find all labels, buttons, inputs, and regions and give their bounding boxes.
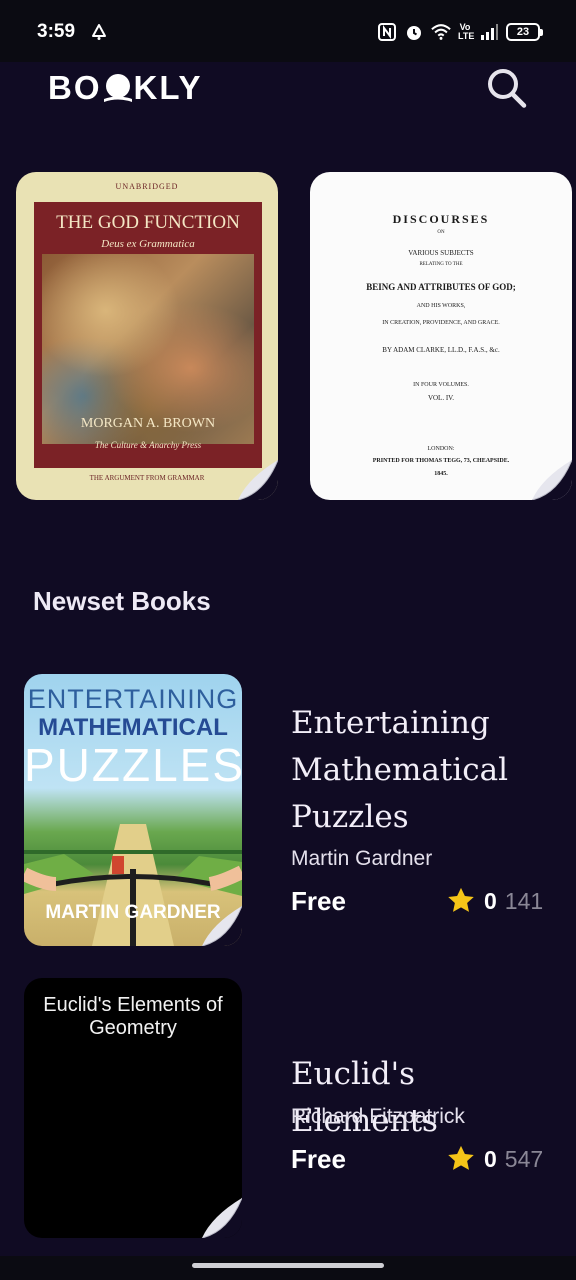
cover-label: UNABRIDGED [115, 182, 179, 191]
cover-text: IN FOUR VOLUMES. [413, 382, 469, 388]
cover-text: LONDON: [427, 446, 455, 452]
page-curl-icon [237, 459, 278, 500]
cover-subtitle: BEING AND ATTRIBUTES OF GOD; [366, 282, 516, 292]
book-rating: 0 141 [446, 886, 543, 916]
featured-carousel[interactable]: UNABRIDGED THE GOD FUNCTION Deus ex Gram… [0, 172, 576, 502]
signal-icon [481, 24, 498, 40]
section-title: Newset Books [33, 586, 211, 616]
rating-value: 0 [484, 887, 497, 914]
star-icon [448, 887, 474, 912]
cover-text: RELATING TO THE [419, 262, 463, 267]
status-bar: 3:59 Vo LTE 23 [0, 0, 576, 62]
cover-text: ON [437, 230, 445, 235]
book-cover[interactable]: Euclid's Elements of Geometry [24, 978, 242, 1238]
book-author: Richard Fitzpatrick [291, 1105, 465, 1128]
book-author: Martin Gardner [291, 847, 433, 870]
notification-icon [92, 24, 106, 40]
book-list-item[interactable]: Euclid's Elements of Geometry Euclid's E… [0, 978, 576, 1238]
battery-icon: 23 [506, 23, 543, 41]
logo-prefix: BO [48, 69, 102, 106]
rating-value: 0 [484, 1145, 497, 1172]
book-price: Free [291, 886, 346, 916]
cover-title: Euclid's Elements of Geometry [43, 994, 223, 1039]
cover-title: PUZZLES [24, 739, 242, 791]
book-title: Entertaining Mathematical Puzzles [291, 705, 508, 835]
cover-author: BY ADAM CLARKE, LL.D., F.A.S., &c. [382, 346, 500, 354]
home-gesture-bar[interactable] [192, 1263, 384, 1268]
logo-suffix: KLY [133, 69, 203, 106]
page-curl-icon [201, 905, 242, 946]
status-icons: Vo LTE 23 [377, 21, 543, 43]
book-title: Euclid's Elements [291, 1056, 438, 1139]
page-curl-icon [531, 459, 572, 500]
book-price: Free [291, 1144, 346, 1174]
logo-book-icon [103, 73, 132, 103]
cover-author: MORGAN A. BROWN [80, 416, 216, 431]
featured-book-card[interactable]: DISCOURSES ON VARIOUS SUBJECTS RELATING … [310, 172, 572, 500]
alarm-icon [407, 26, 421, 40]
navigation-bar [0, 1256, 576, 1280]
battery-level: 23 [516, 26, 530, 38]
book-rating: 0 547 [446, 1144, 543, 1174]
cover-text: VOL. IV. [427, 394, 455, 402]
cover-frame: THE GOD FUNCTION Deus ex Grammatica MORG… [34, 202, 262, 468]
cover-text: AND HIS WORKS, [416, 303, 466, 309]
search-icon[interactable] [484, 66, 528, 110]
rating-count: 141 [504, 887, 544, 914]
wifi-icon [431, 24, 451, 40]
book-cover[interactable]: ENTERTAINING MATHEMATICAL PUZZLES MARTIN… [24, 674, 242, 946]
status-time: 3:59 [37, 21, 76, 42]
cover-publisher: The Culture & Anarchy Press [94, 440, 202, 450]
cover-text: VARIOUS SUBJECTS [408, 249, 474, 257]
cover-text: IN CREATION, PROVIDENCE, AND GRACE. [382, 320, 500, 326]
cover-title: ENTERTAINING [27, 684, 239, 714]
featured-book-card[interactable]: UNABRIDGED THE GOD FUNCTION Deus ex Gram… [16, 172, 278, 500]
star-icon [448, 1145, 474, 1170]
rating-count: 547 [504, 1145, 544, 1172]
cover-title: THE GOD FUNCTION [56, 212, 240, 233]
nfc-icon [378, 23, 396, 41]
app-logo: BO KLY [48, 69, 203, 106]
volte-label: Vo LTE [458, 22, 475, 41]
cover-subtitle: Deus ex Grammatica [101, 238, 195, 250]
page-curl-icon [201, 1197, 242, 1238]
cover-title: DISCOURSES [392, 212, 490, 226]
book-list-item[interactable]: ENTERTAINING MATHEMATICAL PUZZLES MARTIN… [0, 674, 576, 946]
